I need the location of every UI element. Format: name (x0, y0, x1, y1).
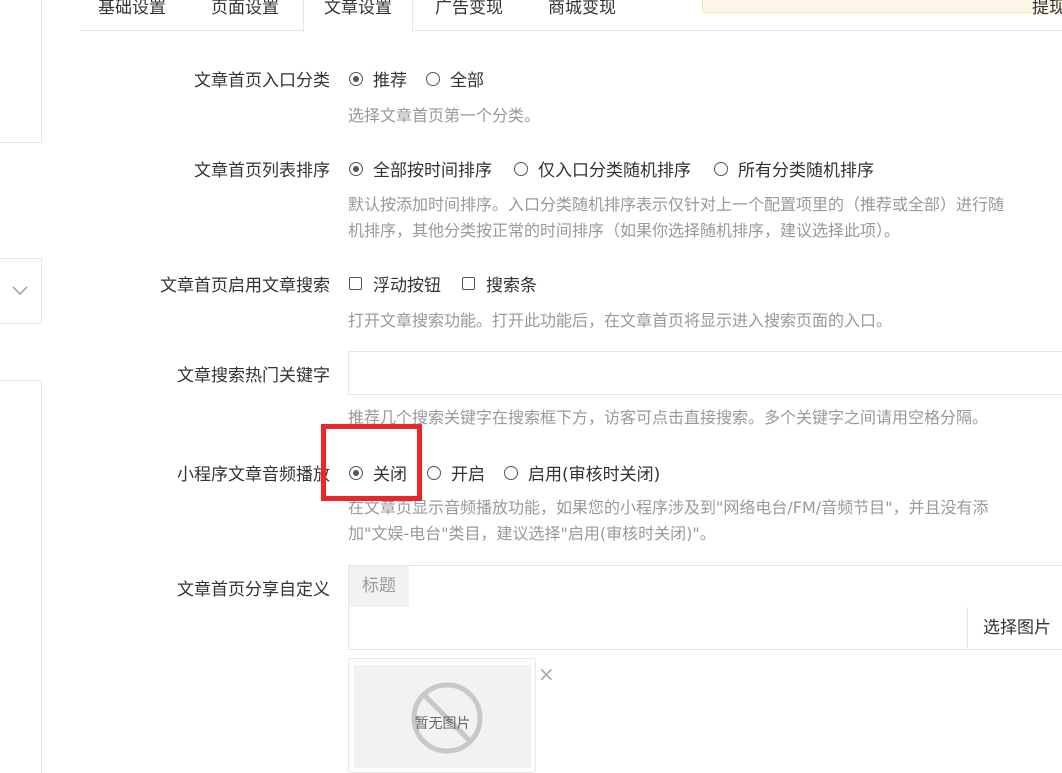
tab-page[interactable]: 页面设置 (211, 0, 279, 31)
tip-banner (702, 0, 1062, 13)
list-sort-help-line2: 机排序，其他分类按正常的时间排序（如果你选择随机排序，建议选择此项）。 (348, 221, 901, 240)
radio-checked[interactable] (349, 71, 363, 86)
search-option-float-button[interactable]: 浮动按钮 (349, 271, 441, 296)
radio-unchecked[interactable] (504, 465, 518, 480)
tab-mall[interactable]: 商城变现 (548, 0, 616, 31)
tab-withdraw[interactable]: 提现 (1032, 0, 1062, 31)
hot-keywords-label: 文章搜索热门关键字 (177, 366, 330, 386)
audio-label: 小程序文章音频播放 (177, 465, 330, 485)
list-sort-option-time[interactable]: 全部按时间排序 (349, 156, 492, 181)
chevron-down-icon[interactable] (11, 281, 29, 299)
entry-category-label: 文章首页入口分类 (194, 71, 330, 91)
radio-unchecked[interactable] (514, 161, 528, 176)
share-image-thumbnail: 暂无图片 (348, 658, 536, 773)
radio-checked[interactable] (349, 161, 363, 176)
no-image-text: 暂无图片 (414, 716, 471, 732)
search-enable-label: 文章首页启用文章搜索 (160, 276, 330, 296)
close-icon[interactable]: × (538, 664, 555, 684)
share-image-url-input[interactable] (348, 607, 968, 650)
list-sort-option-entry-random[interactable]: 仅入口分类随机排序 (514, 156, 691, 181)
entry-category-option-recommend[interactable]: 推荐 (349, 66, 407, 91)
search-option-search-bar[interactable]: 搜索条 (462, 271, 537, 296)
hot-keywords-input[interactable] (348, 351, 1062, 395)
search-help: 打开文章搜索功能。打开此功能后，在文章首页将显示进入搜索页面的入口。 (348, 311, 893, 330)
share-custom-label: 文章首页分享自定义 (177, 580, 330, 600)
checkbox-unchecked[interactable] (349, 277, 362, 290)
audio-help-line2: 加"文娱-电台"类目，建议选择"启用(审核时关闭)"。 (348, 524, 716, 543)
share-title-addon: 标题 (348, 565, 410, 608)
choose-image-button[interactable]: 选择图片 (967, 607, 1062, 650)
entry-category-option-all[interactable]: 全部 (426, 66, 484, 91)
sidebar-block (0, 380, 42, 773)
tab-basic[interactable]: 基础设置 (98, 0, 166, 31)
sidebar (0, 0, 42, 773)
checkbox-unchecked[interactable] (462, 277, 475, 290)
tab-ads[interactable]: 广告变现 (435, 0, 503, 31)
audio-option-enable-except-review[interactable]: 启用(审核时关闭) (504, 460, 660, 485)
settings-tabs: 基础设置 页面设置 文章设置 广告变现 商城变现 提现 (80, 0, 1062, 32)
thumbnail-placeholder: 暂无图片 (354, 665, 531, 768)
sidebar-block (0, 0, 42, 143)
tab-article[interactable]: 文章设置 (303, 0, 413, 32)
list-sort-help-line1: 默认按添加时间排序。入口分类随机排序表示仅针对上一个配置项里的（推荐或全部）进行… (348, 195, 1005, 214)
list-sort-label: 文章首页列表排序 (194, 161, 330, 181)
hot-keywords-help: 推荐几个搜索关键字在搜索框下方，访客可点击直接搜索。多个关键字之间请用空格分隔。 (348, 408, 989, 427)
radio-unchecked[interactable] (714, 161, 728, 176)
share-title-input[interactable] (409, 565, 1062, 608)
radio-unchecked[interactable] (427, 465, 441, 480)
radio-unchecked[interactable] (426, 71, 440, 86)
entry-category-help: 选择文章首页第一个分类。 (348, 106, 541, 125)
audio-help-line1: 在文章页显示音频播放功能，如果您的小程序涉及到"网络电台/FM/音频节目"，并且… (348, 498, 989, 517)
audio-option-on[interactable]: 开启 (427, 460, 485, 485)
highlight-annotation-box (321, 424, 422, 501)
list-sort-option-all-random[interactable]: 所有分类随机排序 (714, 156, 874, 181)
